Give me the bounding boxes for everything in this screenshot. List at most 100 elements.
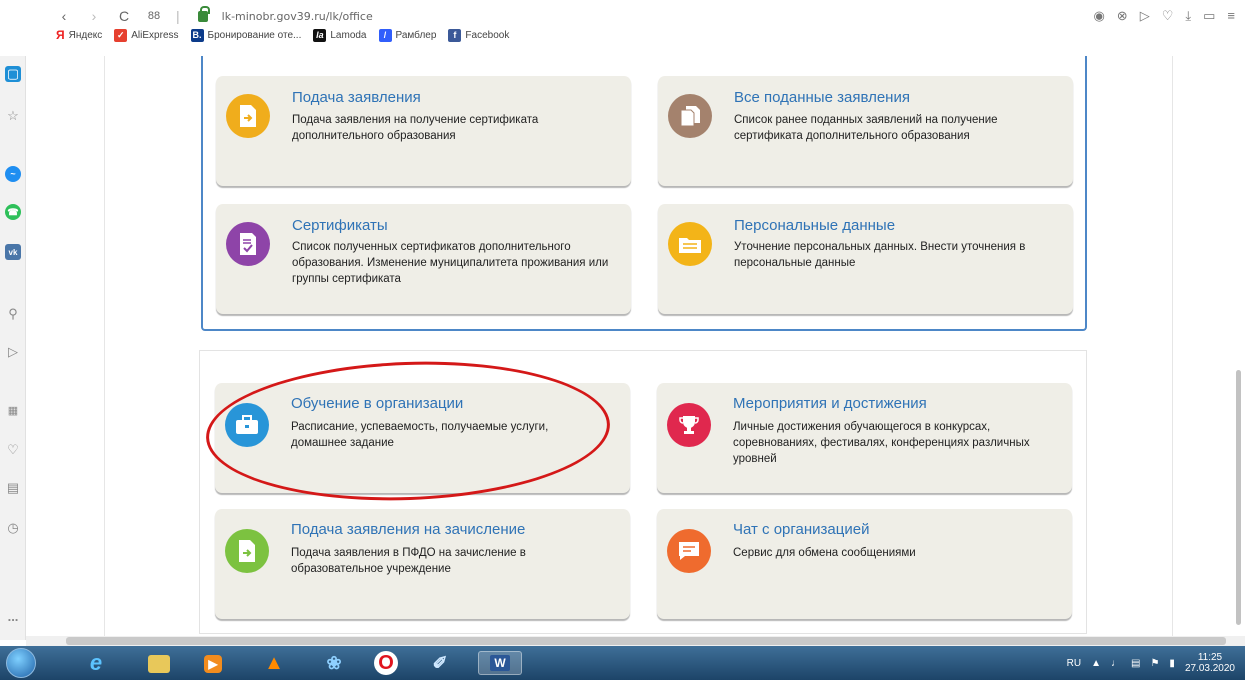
card-description: Подача заявления на получение сертификат… [292,114,539,142]
page-border [104,56,105,640]
card-title: Чат с организацией [733,521,870,538]
card-description: Расписание, успеваемость, получаемые усл… [291,421,549,449]
flag-icon[interactable]: ⚑ [1150,658,1159,669]
trophy-icon [667,403,711,447]
start-button[interactable] [6,648,36,678]
card-title: Подача заявления [292,89,421,106]
browser-tools: ◉ ⊗ ▷ ♡ ⤓ ▭ ≡ [1093,8,1235,24]
bookmark-booking[interactable]: B. Бронирование оте... [190,28,302,42]
bookmarks-bar: Я Яндекс ✓ AliExpress B. Бронирование от… [56,28,509,42]
clock-icon[interactable]: ◷ [5,520,21,536]
card-title: Персональные данные [734,217,896,234]
messenger-icon[interactable]: ~ [5,166,21,182]
bookmark-label: Facebook [465,29,510,41]
home-square-icon[interactable]: ▢ [5,66,21,82]
grid-icon[interactable]: ▦ [5,402,21,418]
folder-icon [668,222,712,266]
window-icon[interactable]: ▭ [1203,8,1215,24]
bookmark-label: Бронирование оте... [207,29,302,41]
menu-icon[interactable]: ≡ [1227,8,1235,24]
send-icon[interactable]: ▷ [1140,8,1150,24]
bookmark-label: Яндекс [68,29,103,41]
vk-icon[interactable]: vk [5,244,21,260]
heart-icon[interactable]: ♡ [1162,8,1174,24]
opera-icon[interactable]: O [374,651,398,675]
bookmark-label: AliExpress [131,29,179,41]
card-certificates[interactable]: Сертификаты Список полученных сертификат… [216,204,631,314]
card-description: Подача заявления в ПФДО на зачисление в … [291,547,526,575]
system-tray: RU ▲ ♩ ▤ ⚑ ▮ 11:25 27.03.2020 [1067,652,1235,674]
camera-icon[interactable]: ◉ [1093,8,1104,24]
page-border [1172,56,1173,640]
paint-icon[interactable]: ❀ [322,651,346,675]
language-indicator[interactable]: RU [1067,658,1081,669]
volume-icon[interactable]: ♩ [1111,658,1121,669]
word-icon[interactable]: W [478,651,522,675]
network-icon[interactable]: ▤ [1131,658,1140,669]
bookmark-yandex[interactable]: Я Яндекс [56,28,102,42]
notes-icon[interactable]: ▤ [5,480,21,496]
card-all-applications[interactable]: Все поданные заявления Список ранее пода… [658,76,1073,186]
bookmark-aliexpress[interactable]: ✓ AliExpress [114,28,179,42]
bookmark-facebook[interactable]: f Facebook [448,28,510,42]
bookmark-label: Рамблер [395,29,437,41]
vlc-icon[interactable]: ▲ [262,651,286,675]
windows-taskbar: e ▶ ▲ ❀ O ✐ W RU ▲ ♩ ▤ ⚑ ▮ 11:25 27.03.2… [0,646,1245,680]
briefcase-icon [225,403,269,447]
explorer-icon[interactable] [148,655,170,673]
document-enroll-icon [225,529,269,573]
bookmark-lamoda[interactable]: la Lamoda [313,28,367,42]
adblock-icon[interactable]: ⊗ [1117,8,1128,24]
tabs-grid-button[interactable]: 88 [146,10,162,22]
card-personal-data[interactable]: Персональные данные Уточнение персональн… [658,204,1073,314]
card-events-achievements[interactable]: Мероприятия и достижения Личные достижен… [657,383,1072,493]
rambler-icon: / [378,28,392,42]
bookmark-label: Lamoda [330,29,367,41]
card-title: Обучение в организации [291,395,464,412]
browser-nav: ‹ › C 88 | lk-minobr.gov39.ru/lk/office [56,5,373,24]
forward-button[interactable]: › [86,8,102,24]
nav-separator: | [176,8,180,24]
star-icon[interactable]: ☆ [5,108,21,124]
card-enrollment-application[interactable]: Подача заявления на зачисление Подача за… [215,509,630,619]
card-education[interactable]: Обучение в организации Расписание, успев… [215,383,630,493]
scrollbar-thumb[interactable] [66,637,1226,645]
horizontal-scrollbar[interactable] [26,636,1245,646]
whatsapp-icon[interactable]: ☎ [5,204,21,220]
facebook-icon: f [448,28,462,42]
signal-icon[interactable]: ▮ [1169,658,1175,669]
card-description: Список ранее поданных заявлений на получ… [734,114,998,142]
download-icon[interactable]: ⤓ [1185,8,1191,24]
media-player-icon[interactable]: ▶ [204,655,222,673]
back-button[interactable]: ‹ [56,8,72,24]
paint-brush-icon[interactable]: ✐ [428,651,452,675]
search-icon[interactable]: ⚲ [5,306,21,322]
lock-icon [197,5,210,22]
bookmark-rambler[interactable]: / Рамблер [378,28,437,42]
card-description: Список полученных сертификатов дополните… [292,241,609,285]
vertical-scrollbar[interactable] [1236,370,1241,625]
services-panel-bottom: Обучение в организации Расписание, успев… [199,350,1087,634]
address-bar[interactable]: lk-minobr.gov39.ru/lk/office [222,10,373,23]
card-description: Сервис для обмена сообщениями [733,547,916,559]
clock-time: 11:25 [1197,652,1223,663]
card-title: Сертификаты [292,217,388,234]
play-icon[interactable]: ▷ [5,344,21,360]
services-panel-top: Подача заявления Подача заявления на пол… [201,56,1087,331]
clock-date: 27.03.2020 [1184,663,1235,674]
chat-icon [667,529,711,573]
booking-icon: B. [190,28,204,42]
document-arrow-icon [226,94,270,138]
reload-button[interactable]: C [116,8,132,24]
word-label: W [490,655,510,671]
card-description: Уточнение персональных данных. Внести ут… [734,241,1026,269]
card-chat[interactable]: Чат с организацией Сервис для обмена соо… [657,509,1072,619]
ie-icon[interactable]: e [84,650,108,675]
tray-arrow-icon[interactable]: ▲ [1091,658,1101,669]
heart-icon[interactable]: ♡ [5,442,21,458]
card-title: Подача заявления на зачисление [291,521,526,538]
clock[interactable]: 11:25 27.03.2020 [1185,652,1235,674]
card-submit-application[interactable]: Подача заявления Подача заявления на пол… [216,76,631,186]
aliexpress-icon: ✓ [114,28,128,42]
more-icon[interactable]: ... [5,608,21,624]
